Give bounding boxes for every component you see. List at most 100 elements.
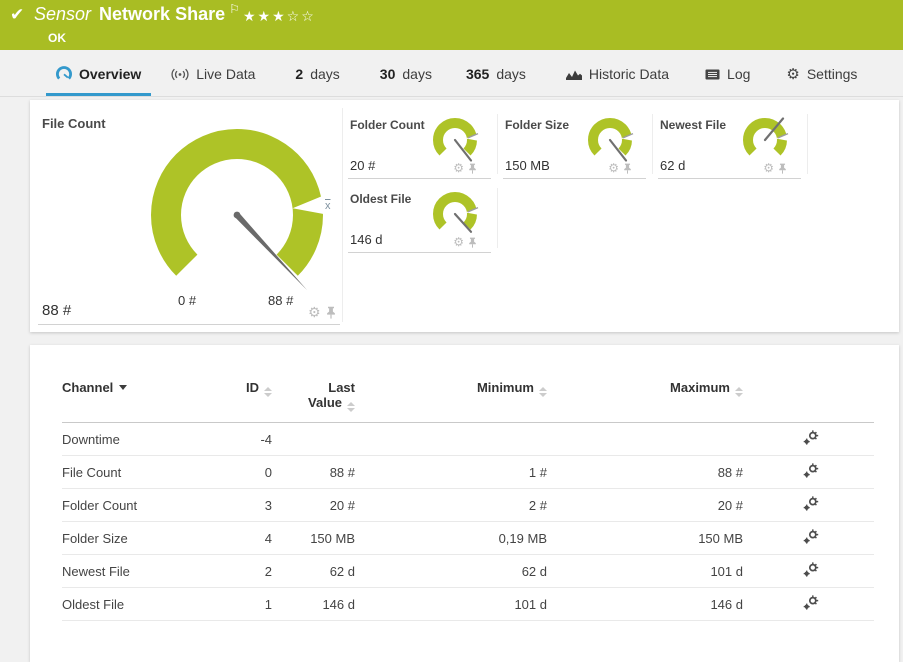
- cell-last-value: 150 MB: [272, 531, 355, 546]
- cell-last-value: 20 #: [272, 498, 355, 513]
- pin-icon[interactable]: [623, 163, 632, 174]
- gauge-value: 20 #: [350, 158, 375, 173]
- pin-icon[interactable]: [778, 163, 787, 174]
- tab-365-days[interactable]: 365 days: [466, 52, 526, 96]
- table-row[interactable]: Folder Count 3 20 # 2 # 20 #: [62, 489, 874, 522]
- cell-channel[interactable]: Downtime: [62, 432, 202, 447]
- table-header: Channel ID Last Value Minimum Maximum: [62, 380, 874, 423]
- column-header-id[interactable]: ID: [202, 380, 272, 397]
- tab-2-days[interactable]: 2 days: [295, 52, 339, 96]
- gauge-scale-max: 88 #: [268, 293, 293, 308]
- table-row[interactable]: Downtime -4: [62, 423, 874, 456]
- channel-settings-icon[interactable]: [803, 562, 819, 581]
- gear-icon[interactable]: ⚙: [308, 305, 321, 319]
- sort-icon: [539, 387, 547, 397]
- column-header-minimum[interactable]: Minimum: [355, 380, 547, 397]
- gauge-value: 146 d: [350, 232, 383, 247]
- cell-id: 1: [202, 597, 272, 612]
- column-header-maximum[interactable]: Maximum: [547, 380, 743, 397]
- channel-settings-icon[interactable]: [803, 496, 819, 515]
- cell-id: 2: [202, 564, 272, 579]
- column-header-last-value[interactable]: Last Value: [272, 380, 355, 412]
- tab-overview[interactable]: Overview: [56, 52, 141, 96]
- cell-minimum: 62 d: [355, 564, 547, 579]
- channel-settings-icon[interactable]: [803, 529, 819, 548]
- cell-channel[interactable]: Oldest File: [62, 597, 202, 612]
- average-marker: x: [325, 200, 331, 212]
- pin-icon[interactable]: [468, 237, 477, 248]
- tab-label: Overview: [79, 66, 141, 82]
- stars-empty[interactable]: ☆☆: [287, 8, 316, 24]
- log-list-icon: [705, 69, 720, 80]
- object-kind-label: Sensor: [34, 4, 91, 24]
- gear-icon[interactable]: ⚙: [608, 162, 619, 174]
- tab-label: Log: [727, 66, 750, 82]
- cell-last-value: 88 #: [272, 465, 355, 480]
- cell-id: 4: [202, 531, 272, 546]
- table-row[interactable]: Folder Size 4 150 MB 0,19 MB 150 MB: [62, 522, 874, 555]
- cell-maximum: 88 #: [547, 465, 743, 480]
- tile-divider: [342, 108, 343, 322]
- gauge-tile-oldest-file: Oldest File 146 d ⚙: [348, 186, 491, 253]
- gauge-scale-min: 0 #: [178, 293, 196, 308]
- pin-icon[interactable]: [326, 306, 336, 319]
- gauge-value: 150 MB: [505, 158, 550, 173]
- table-row[interactable]: Newest File 2 62 d 62 d 101 d: [62, 555, 874, 588]
- mini-gauge-grid: Folder Count 20 # ⚙ Folder Size: [348, 112, 828, 253]
- tab-log[interactable]: Log: [705, 52, 750, 96]
- page-title: Network Share: [99, 4, 225, 24]
- cell-minimum: 101 d: [355, 597, 547, 612]
- live-data-icon: [171, 68, 189, 81]
- gauge-tile-folder-count: Folder Count 20 # ⚙: [348, 112, 491, 179]
- cell-minimum: 2 #: [355, 498, 547, 513]
- status-check-icon: ✔: [10, 5, 24, 25]
- sensor-header: ✔ Sensor Network Share ⚐ ★★★☆☆ OK: [0, 0, 903, 50]
- gear-icon[interactable]: ⚙: [453, 236, 464, 248]
- tab-label: Settings: [807, 66, 858, 82]
- priority-rating[interactable]: ★★★☆☆: [243, 8, 316, 25]
- cell-maximum: 150 MB: [547, 531, 743, 546]
- tab-label: days: [496, 66, 526, 82]
- gauge-title: Newest File: [660, 118, 726, 132]
- folder-count-gauge: [426, 114, 484, 168]
- newest-file-gauge: [736, 114, 794, 168]
- table-row[interactable]: Oldest File 1 146 d 101 d 146 d: [62, 588, 874, 621]
- tab-number: 2: [295, 66, 303, 82]
- channel-settings-icon[interactable]: [803, 595, 819, 614]
- pin-icon[interactable]: [468, 163, 477, 174]
- cell-channel[interactable]: File Count: [62, 465, 202, 480]
- table-row[interactable]: File Count 0 88 # 1 # 88 #: [62, 456, 874, 489]
- file-count-gauge: [130, 122, 345, 307]
- cell-id: -4: [202, 432, 272, 447]
- flag-icon: ⚐: [229, 2, 240, 16]
- tab-bar: Overview Live Data 2 days 30 days 365 da…: [0, 52, 903, 97]
- tab-number: 30: [380, 66, 396, 82]
- gauge-title: Folder Count: [350, 118, 425, 132]
- tab-label: days: [402, 66, 432, 82]
- status-badge: OK: [48, 31, 66, 45]
- gear-icon[interactable]: ⚙: [763, 162, 774, 174]
- tab-historic-data[interactable]: Historic Data: [566, 52, 669, 96]
- tab-settings[interactable]: ⚙ Settings: [786, 52, 857, 96]
- channel-settings-icon[interactable]: [803, 463, 819, 482]
- cell-maximum: 146 d: [547, 597, 743, 612]
- gear-icon[interactable]: ⚙: [453, 162, 464, 174]
- cell-channel[interactable]: Folder Size: [62, 531, 202, 546]
- cell-last-value: 146 d: [272, 597, 355, 612]
- column-header-channel[interactable]: Channel: [62, 380, 202, 395]
- channels-table: Channel ID Last Value Minimum Maximum Do…: [62, 380, 874, 621]
- stars-filled[interactable]: ★★★: [243, 8, 287, 24]
- sorted-desc-icon: [119, 385, 127, 390]
- cell-channel[interactable]: Folder Count: [62, 498, 202, 513]
- tab-live-data[interactable]: Live Data: [171, 52, 255, 96]
- cell-maximum: 101 d: [547, 564, 743, 579]
- cell-last-value: 62 d: [272, 564, 355, 579]
- cell-channel[interactable]: Newest File: [62, 564, 202, 579]
- tab-number: 365: [466, 66, 489, 82]
- channels-panel: Channel ID Last Value Minimum Maximum Do…: [30, 345, 899, 662]
- channel-settings-icon[interactable]: [803, 430, 819, 449]
- tab-label: days: [310, 66, 340, 82]
- cell-id: 0: [202, 465, 272, 480]
- sort-icon: [735, 387, 743, 397]
- tab-30-days[interactable]: 30 days: [380, 52, 432, 96]
